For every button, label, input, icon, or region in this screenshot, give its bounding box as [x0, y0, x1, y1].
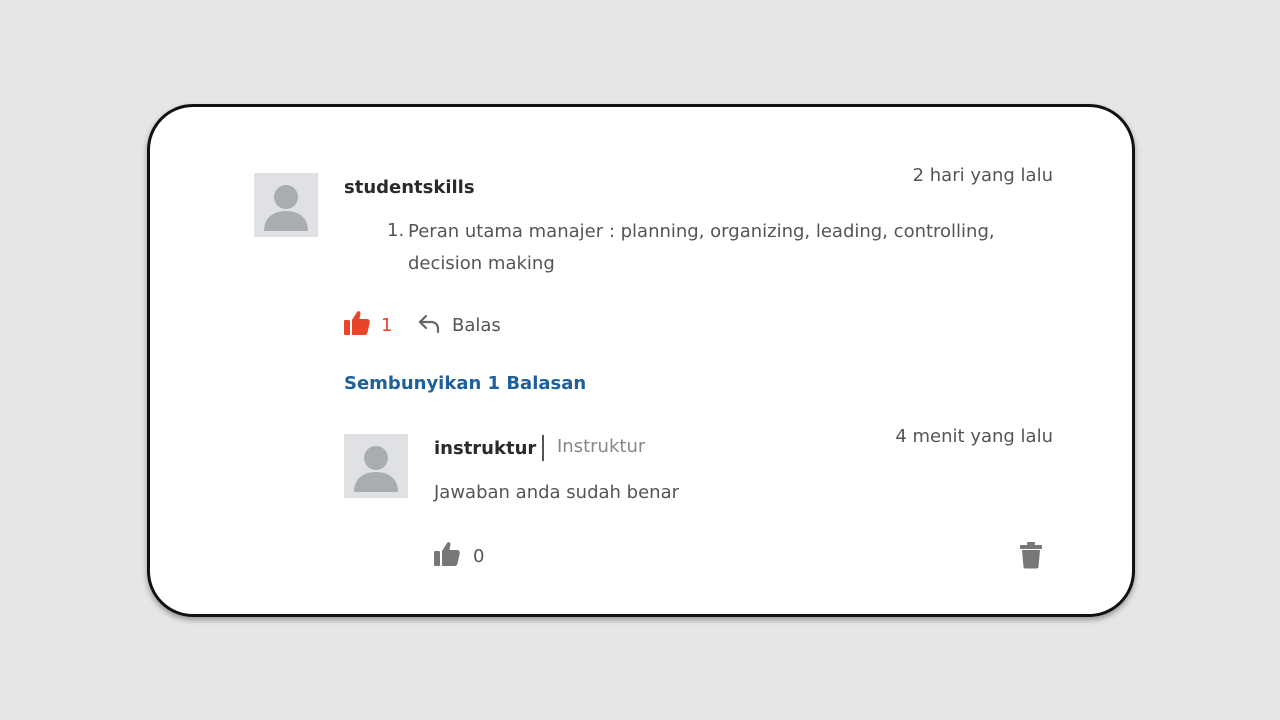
reply-arrow-icon	[418, 314, 440, 334]
reply-timestamp: 4 menit yang lalu	[895, 426, 1053, 447]
like-count: 1	[381, 315, 393, 336]
user-placeholder-icon	[264, 185, 308, 231]
thumbs-up-icon	[434, 542, 460, 566]
trash-icon	[1020, 542, 1042, 569]
comment-username[interactable]: studentskills	[344, 177, 475, 198]
delete-button[interactable]	[1018, 541, 1046, 571]
reply-like-button[interactable]: 0	[433, 540, 491, 570]
reply-text: Jawaban anda sudah benar	[434, 482, 680, 503]
reply-avatar	[344, 434, 408, 498]
avatar	[254, 173, 318, 237]
comment-timestamp: 2 hari yang lalu	[912, 165, 1053, 186]
reply-username[interactable]: instruktur	[434, 438, 536, 459]
reply-role: Instruktur	[557, 436, 646, 457]
thumbs-up-icon	[344, 311, 370, 335]
comment-card: studentskills 2 hari yang lalu 1. Peran …	[147, 104, 1135, 617]
list-number: 1.	[387, 220, 405, 241]
reply-label: Balas	[452, 315, 501, 336]
reply-like-count: 0	[473, 546, 485, 567]
reply-button[interactable]: Balas	[417, 311, 513, 341]
comment-text: Peran utama manajer : planning, organizi…	[408, 221, 995, 274]
user-placeholder-icon	[354, 446, 398, 492]
like-button[interactable]: 1	[343, 309, 401, 339]
role-divider	[542, 435, 544, 461]
hide-replies-link[interactable]: Sembunyikan 1 Balasan	[344, 373, 586, 394]
